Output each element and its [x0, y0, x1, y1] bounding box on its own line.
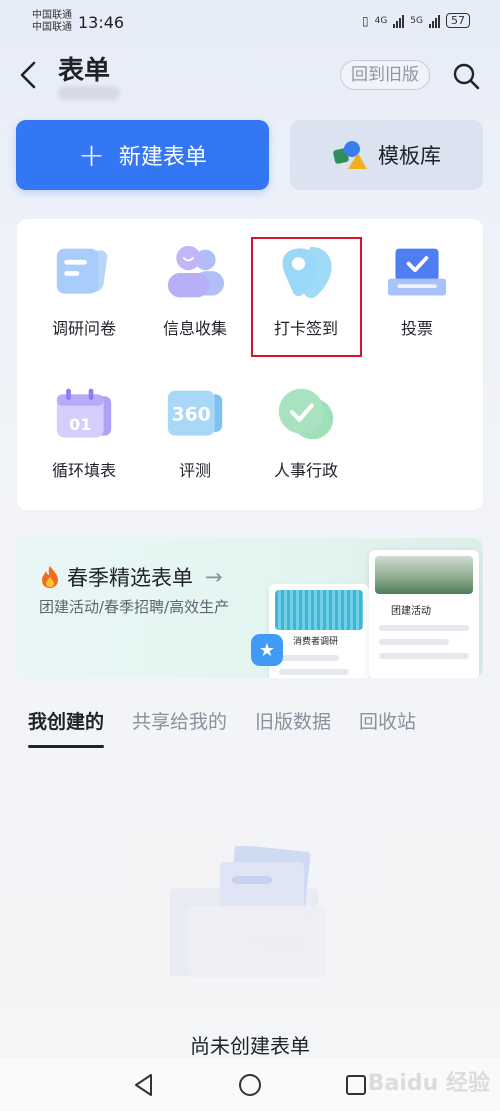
grid-item-cycle-form[interactable]: 01 循环填表 [29, 361, 139, 481]
tab-recycle-bin[interactable]: 回收站 [359, 707, 416, 748]
promo-card-label: 团建活动 [391, 606, 431, 617]
promo-subtitle: 团建活动/春季招聘/高效生产 [39, 598, 230, 616]
users-icon [167, 245, 225, 298]
assessment-icon-text: 360 [172, 405, 211, 426]
vibrate-icon: ▯ [361, 13, 369, 28]
status-icons: ▯ 4G 5G 57 [362, 13, 470, 28]
template-library-label: 模板库 [378, 144, 441, 168]
blurred-subtitle [58, 86, 120, 100]
star-icon: ★ [251, 634, 283, 666]
back-arrow-icon[interactable] [16, 60, 40, 90]
signal-icon-2 [429, 14, 440, 28]
carrier-2: 中国联通 [32, 22, 72, 33]
grid-label: 人事行政 [273, 461, 338, 480]
grid-label: 循环填表 [51, 461, 116, 480]
promo-title: 春季精选表单 → [39, 562, 223, 592]
net-type-2: 5G [410, 15, 423, 26]
arrow-right-icon: → [205, 565, 223, 589]
grid-item-survey[interactable]: 调研问卷 [29, 219, 139, 339]
promo-title-text: 春季精选表单 [67, 566, 193, 590]
empty-state-text: 尚未创建表单 [190, 1034, 310, 1058]
carrier-names: 中国联通 中国联通 [32, 10, 72, 34]
calendar-icon: 01 [56, 388, 112, 438]
template-library-icon [333, 141, 367, 169]
net-type-1: 4G [374, 15, 388, 26]
grid-label: 信息收集 [162, 319, 227, 338]
placeholder-line [379, 639, 449, 645]
back-to-old-version-button[interactable]: 回到旧版 [340, 60, 430, 90]
grid-item-assessment[interactable]: 360 评测 [140, 361, 250, 481]
placeholder-line [379, 653, 469, 659]
survey-icon [56, 248, 108, 294]
fire-icon [42, 566, 58, 588]
grid-label: 投票 [400, 319, 433, 338]
check-circle-icon [278, 388, 334, 440]
nav-back-icon[interactable] [131, 1072, 157, 1098]
header: 表单 回到旧版 [0, 40, 500, 112]
mountain-image [375, 556, 473, 594]
location-pin-icon [282, 246, 332, 299]
carrier-1: 中国联通 [32, 10, 72, 21]
promo-card-team: 团建活动 [369, 550, 479, 678]
calendar-icon-text: 01 [69, 415, 91, 434]
tab-shared-with-me[interactable]: 共享给我的 [132, 707, 227, 748]
form-type-grid: 调研问卷 信息收集 打卡签到 投票 01 循环填表 360 评测 人事行政 [17, 219, 483, 510]
placeholder-line [379, 625, 469, 631]
tab-my-created[interactable]: 我创建的 [28, 707, 105, 748]
tab-old-data[interactable]: 旧版数据 [255, 707, 331, 748]
template-library-button[interactable]: 模板库 [290, 120, 483, 190]
battery-icon: 57 [446, 13, 470, 28]
grid-label: 调研问卷 [51, 319, 116, 338]
grid-label: 打卡签到 [273, 319, 338, 338]
signal-icon [393, 14, 405, 28]
assessment-360-icon: 360 [167, 390, 223, 436]
new-form-label: 新建表单 [118, 145, 207, 170]
watermark: Baidu 经验 [367, 1071, 490, 1096]
grid-label: 评测 [178, 461, 211, 480]
new-form-button[interactable]: + 新建表单 [16, 120, 269, 190]
empty-folder-illustration [170, 846, 326, 978]
placeholder-line [279, 655, 339, 661]
promo-card-image [275, 590, 363, 630]
status-bar: 中国联通 中国联通 13:46 ▯ 4G 5G 57 [0, 0, 500, 40]
search-icon[interactable] [452, 62, 480, 90]
promo-card-survey: 消费者调研 [269, 584, 369, 678]
grid-item-info-collect[interactable]: 信息收集 [140, 219, 250, 339]
grid-item-check-in[interactable]: 打卡签到 [251, 219, 361, 339]
grid-item-vote[interactable]: 投票 [362, 219, 472, 339]
grid-item-hr-admin[interactable]: 人事行政 [251, 361, 361, 481]
plus-icon: + [78, 136, 105, 174]
promo-card-label: 消费者调研 [293, 637, 339, 647]
nav-home-icon[interactable] [237, 1072, 263, 1098]
form-tabs: 我创建的 共享给我的 旧版数据 回收站 [28, 707, 416, 748]
spring-forms-banner[interactable]: 春季精选表单 → 团建活动/春季招聘/高效生产 消费者调研 团建活动 ★ [17, 538, 483, 678]
placeholder-line [279, 669, 349, 675]
ballot-box-icon [387, 248, 447, 296]
page-title: 表单 [58, 56, 111, 86]
nav-recent-apps-icon[interactable] [343, 1072, 369, 1098]
clock: 13:46 [78, 13, 125, 32]
